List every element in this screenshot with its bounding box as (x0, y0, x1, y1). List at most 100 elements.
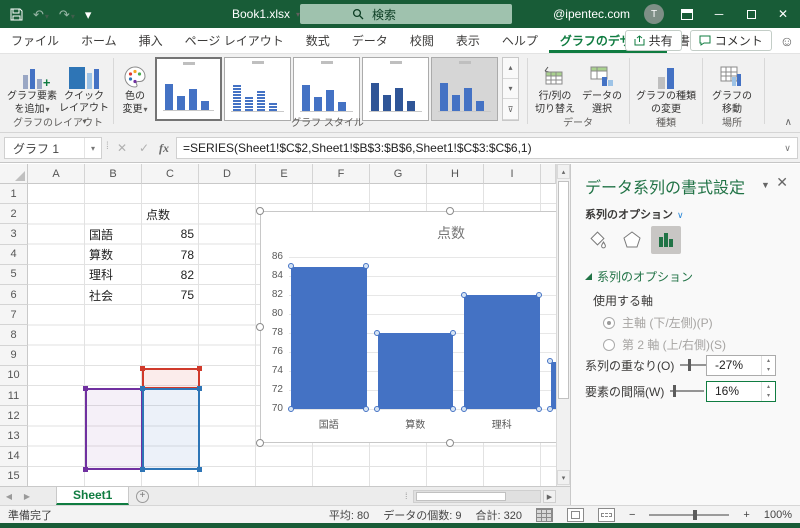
zoom-in-icon[interactable]: + (743, 509, 749, 521)
secondary-axis-radio[interactable]: 第 2 軸 (上/右側)(S) (603, 336, 726, 353)
chart-bar-理科[interactable] (464, 295, 540, 409)
column-header-partial[interactable] (541, 164, 556, 184)
chart-title[interactable]: 点数 (261, 223, 556, 243)
account-email[interactable]: @ipentec.com (553, 7, 630, 21)
zoom-out-icon[interactable]: − (629, 509, 635, 521)
gallery-scrollbar[interactable]: ▴ ▾ ⊽ (502, 57, 519, 121)
bar-selection-handle[interactable] (461, 406, 467, 412)
hscroll-right-icon[interactable]: ▶ (543, 490, 556, 503)
cell-B5[interactable]: 理科 (85, 265, 142, 285)
bar-selection-handle[interactable] (450, 330, 456, 336)
page-layout-view-icon[interactable] (567, 508, 584, 522)
cell-C2[interactable]: 点数 (142, 204, 199, 224)
bar-selection-handle[interactable] (374, 330, 380, 336)
vertical-scrollbar[interactable]: ▴ ▾ (556, 164, 570, 486)
selection-range-header[interactable] (142, 368, 200, 389)
row-header-4[interactable]: 4 (0, 245, 28, 265)
ribbon-tab-7[interactable]: 表示 (445, 28, 491, 53)
chart-style-thumb-4[interactable] (362, 57, 429, 121)
collapse-ribbon-icon[interactable]: ∧ (785, 117, 792, 128)
gallery-down-icon[interactable]: ▾ (503, 79, 518, 100)
cell-C3[interactable]: 85 (142, 224, 199, 244)
pane-close-icon[interactable]: ✕ (776, 174, 788, 191)
change-colors-button[interactable]: 色の 変更▾ (116, 56, 154, 128)
column-header-H[interactable]: H (427, 164, 484, 184)
row-header-2[interactable]: 2 (0, 204, 28, 224)
row-header-1[interactable]: 1 (0, 184, 28, 204)
undo-icon[interactable]: ↶▾ (33, 8, 49, 21)
cancel-icon[interactable]: ✕ (112, 137, 132, 159)
bar-selection-handle[interactable] (461, 292, 467, 298)
name-box-dropdown-icon[interactable]: ▾ (84, 138, 101, 158)
stepper-icons[interactable]: ▴▾ (761, 382, 775, 401)
row-header-9[interactable]: 9 (0, 346, 28, 366)
zoom-slider[interactable] (649, 514, 729, 516)
ribbon-display-options-icon[interactable] (678, 5, 696, 23)
horizontal-scrollbar[interactable] (413, 490, 541, 503)
ribbon-tab-6[interactable]: 校閲 (399, 28, 445, 53)
row-header-7[interactable]: 7 (0, 305, 28, 325)
series-overlap-input[interactable]: -27% ▴▾ (706, 355, 776, 376)
bar-selection-handle[interactable] (288, 263, 294, 269)
column-header-A[interactable]: A (28, 164, 85, 184)
chart-bar-国語[interactable] (291, 267, 367, 410)
pane-title-dropdown-icon[interactable]: ▼ (761, 180, 770, 190)
cell-B6[interactable]: 社会 (85, 285, 142, 305)
bar-selection-handle[interactable] (288, 406, 294, 412)
search-input[interactable]: 検索 (300, 4, 512, 24)
normal-view-icon[interactable] (536, 508, 553, 522)
effects-tab[interactable] (617, 226, 647, 254)
ribbon-tab-1[interactable]: ホーム (70, 28, 128, 53)
row-header-6[interactable]: 6 (0, 285, 28, 305)
column-header-F[interactable]: F (313, 164, 370, 184)
feedback-smiley-icon[interactable]: ☺ (780, 33, 794, 49)
bar-selection-handle[interactable] (536, 292, 542, 298)
cell-C5[interactable]: 82 (142, 265, 199, 285)
tabbar-splitter[interactable]: ⁞ (405, 491, 408, 501)
gallery-more-icon[interactable]: ⊽ (503, 99, 518, 120)
bar-selection-handle[interactable] (450, 406, 456, 412)
pane-option-selector[interactable]: 系列のオプション∨ (585, 206, 684, 222)
redo-icon[interactable]: ↷▾ (59, 8, 75, 21)
bar-selection-handle[interactable] (547, 406, 553, 412)
selection-range-categories[interactable] (85, 388, 143, 470)
chart-object[interactable]: 707274767880828486点数国語算数理科 (260, 211, 556, 444)
scroll-down-icon[interactable]: ▾ (557, 470, 570, 485)
chart-frame-handle[interactable] (256, 439, 264, 447)
chart-frame-handle[interactable] (446, 439, 454, 447)
primary-axis-radio[interactable]: 主軸 (下/左側)(P) (603, 314, 713, 331)
chart-style-thumb-3[interactable] (293, 57, 360, 121)
chart-style-thumb-1[interactable] (155, 57, 222, 121)
gallery-up-icon[interactable]: ▴ (503, 58, 518, 79)
sheet-nav-left-icon[interactable]: ◀ (0, 487, 18, 505)
vertical-scroll-thumb[interactable] (558, 181, 569, 399)
ribbon-tab-2[interactable]: 挿入 (128, 28, 174, 53)
enter-icon[interactable]: ✓ (134, 137, 154, 159)
ribbon-tab-8[interactable]: ヘルプ (491, 28, 549, 53)
bar-selection-handle[interactable] (536, 406, 542, 412)
formula-input[interactable]: =SERIES(Sheet1!$C$2,Sheet1!$B$3:$B$6,She… (176, 137, 778, 159)
select-all-corner[interactable] (0, 164, 28, 184)
formula-bar-expand-icon[interactable]: ∨ (778, 137, 798, 159)
chart-style-thumb-5[interactable] (431, 57, 498, 121)
chart-plot-area[interactable]: 707274767880828486点数国語算数理科 (260, 211, 556, 443)
scroll-up-icon[interactable]: ▴ (557, 164, 570, 179)
row-header-13[interactable]: 13 (0, 426, 28, 446)
minimize-button[interactable]: ─ (710, 5, 728, 23)
column-header-I[interactable]: I (484, 164, 541, 184)
insert-function-icon[interactable]: fx (154, 137, 174, 159)
horizontal-scroll-thumb[interactable] (416, 492, 506, 501)
bar-selection-handle[interactable] (374, 406, 380, 412)
zoom-level[interactable]: 100% (764, 509, 792, 521)
bar-selection-handle[interactable] (547, 358, 553, 364)
ribbon-tab-0[interactable]: ファイル (0, 28, 70, 53)
ribbon-tab-4[interactable]: 数式 (295, 28, 341, 53)
chart-frame-handle[interactable] (446, 207, 454, 215)
customize-qat-icon[interactable]: ▾ (85, 8, 92, 21)
sheet-tab-sheet1[interactable]: Sheet1 (56, 487, 129, 505)
chart-bar-算数[interactable] (378, 333, 454, 409)
row-header-8[interactable]: 8 (0, 325, 28, 345)
maximize-button[interactable] (742, 5, 760, 23)
row-header-15[interactable]: 15 (0, 467, 28, 486)
series-options-section-header[interactable]: 系列のオプション (585, 268, 693, 285)
